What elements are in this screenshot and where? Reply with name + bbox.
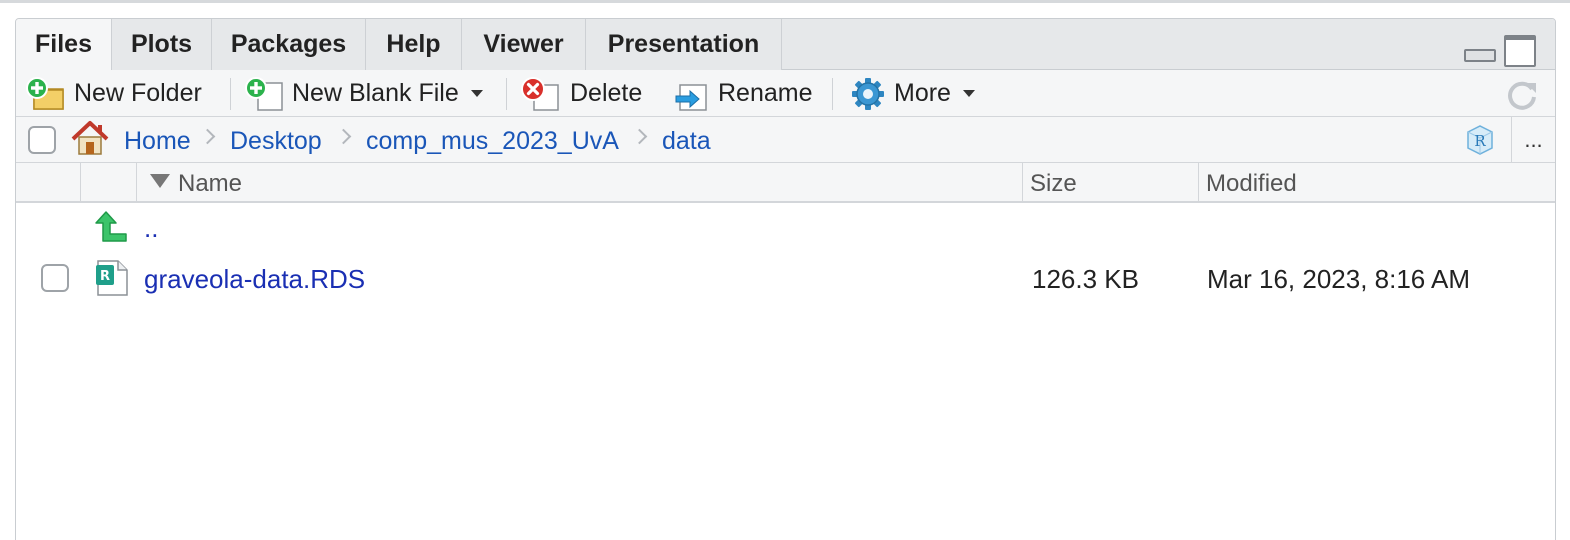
rename-button[interactable]: Rename [672,70,813,117]
tab-presentation[interactable]: Presentation [586,19,782,70]
more-button[interactable]: More [850,70,975,117]
parent-directory-link[interactable]: .. [144,203,158,251]
more-options-button[interactable]: ... [1511,117,1555,163]
file-list-header: Name Size Modified [16,163,1555,203]
files-toolbar: New Folder New Blank File Delete Rename … [16,70,1555,117]
chevron-right-icon [631,128,648,145]
parent-directory-row[interactable]: .. [16,205,1555,253]
svg-text:R: R [1474,132,1486,150]
rds-file-icon: R [94,259,130,297]
tab-viewer[interactable]: Viewer [462,19,586,70]
toolbar-separator [506,78,507,110]
toolbar-separator [230,78,231,110]
delete-icon [520,76,560,111]
r-project-icon[interactable]: R [1462,122,1498,158]
column-divider [80,163,81,203]
chevron-right-icon [335,128,352,145]
top-rule [0,0,1570,3]
files-pane: Files Plots Packages Help Viewer Present… [15,18,1556,540]
new-folder-icon [26,76,66,111]
tab-plots[interactable]: Plots [112,19,212,70]
column-divider [136,163,137,203]
file-select-checkbox[interactable] [41,264,69,292]
refresh-icon [1504,77,1540,111]
file-name-link[interactable]: graveola-data.RDS [144,254,365,302]
chevron-down-icon [470,90,483,97]
rename-label: Rename [718,79,813,107]
tab-help[interactable]: Help [366,19,462,70]
file-size: 126.3 KB [1032,264,1139,294]
select-all-checkbox[interactable] [28,126,56,154]
maximize-pane-button[interactable] [1504,35,1536,67]
more-label: More [894,79,951,107]
refresh-button[interactable] [1504,70,1540,117]
breadcrumb-project[interactable]: comp_mus_2023_UvA [366,117,619,163]
chevron-down-icon [962,90,975,97]
svg-text:R: R [100,269,110,284]
tab-bar: Files Plots Packages Help Viewer Present… [16,19,1555,71]
sort-descending-icon [150,174,170,188]
file-modified: Mar 16, 2023, 8:16 AM [1207,264,1471,294]
delete-button[interactable]: Delete [520,70,642,117]
tab-packages[interactable]: Packages [212,19,366,70]
new-folder-button[interactable]: New Folder [26,70,202,117]
breadcrumb-desktop[interactable]: Desktop [230,117,322,163]
modified-column-header[interactable]: Modified [1206,163,1297,203]
tab-files[interactable]: Files [16,19,112,71]
breadcrumb: Home Desktop comp_mus_2023_UvA data R ..… [16,117,1555,163]
toolbar-separator [832,78,833,110]
minimize-pane-button[interactable] [1464,35,1496,62]
size-column-header[interactable]: Size [1030,163,1077,203]
breadcrumb-home[interactable]: Home [124,117,191,163]
chevron-right-icon [199,128,216,145]
new-blank-file-label: New Blank File [292,79,459,107]
name-column-header[interactable]: Name [150,163,242,203]
go-up-icon [94,210,128,244]
new-folder-label: New Folder [74,79,202,107]
column-divider [1022,163,1023,203]
home-icon[interactable] [70,120,110,158]
new-blank-file-button[interactable]: New Blank File [244,70,483,117]
delete-label: Delete [570,79,643,107]
breadcrumb-data[interactable]: data [662,117,711,163]
new-file-icon [244,76,284,111]
name-column-label: Name [178,170,243,197]
gear-icon [850,77,886,111]
column-divider [1198,163,1199,203]
table-row[interactable]: R graveola-data.RDS 126.3 KB Mar 16, 202… [16,254,1555,302]
rename-icon [672,77,712,111]
